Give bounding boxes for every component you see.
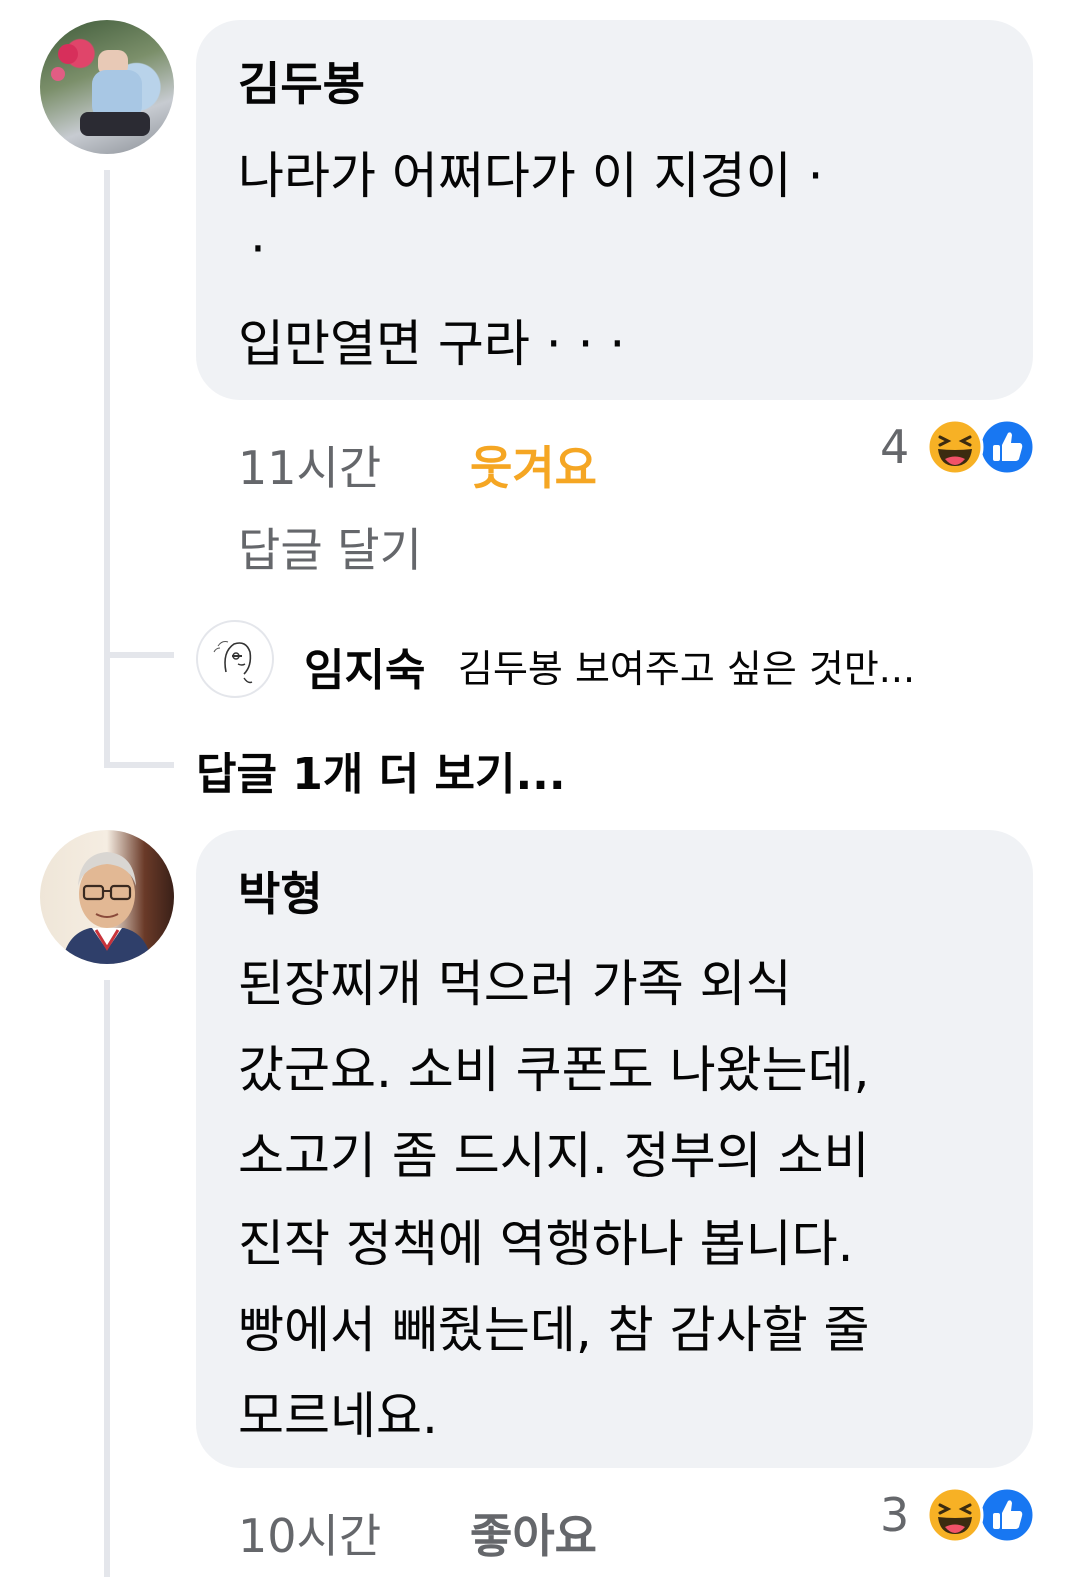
- comment-text-line: 된장찌개 먹으러 가족 외식: [238, 955, 792, 1013]
- haha-icon[interactable]: [926, 418, 984, 476]
- thread-line: [104, 980, 110, 1577]
- comment-timestamp[interactable]: 11시간: [238, 432, 381, 498]
- reply-button[interactable]: 답글 달기: [238, 514, 422, 580]
- like-icon[interactable]: [978, 418, 1036, 476]
- comment-timestamp[interactable]: 10시간: [238, 1500, 381, 1566]
- comment-text-line: 빵에서 빼줬는데, 참 감사할 줄: [238, 1301, 870, 1359]
- thread-connector: [104, 652, 174, 658]
- reply-author[interactable]: 임지숙: [304, 634, 425, 698]
- view-more-replies[interactable]: 답글 1개 더 보기...: [196, 738, 566, 802]
- comment-text-line: 진작 정책에 역행하나 봅니다.: [238, 1215, 854, 1273]
- avatar[interactable]: [40, 830, 174, 964]
- comment-text-line: 입만열면 구라 · · ·: [238, 315, 626, 373]
- comment-text-line: 소고기 좀 드시지. 정부의 소비: [238, 1127, 870, 1185]
- react-button[interactable]: 웃겨요: [470, 432, 597, 498]
- thread-connector: [104, 762, 174, 768]
- comment-text-line: 모르네요.: [238, 1387, 438, 1445]
- thread-line: [104, 170, 110, 765]
- reply-avatar[interactable]: [196, 620, 274, 698]
- comment-text-line: 나라가 어쩌다가 이 지경이 ·: [238, 147, 824, 205]
- comment-author[interactable]: 김두봉: [238, 48, 365, 114]
- comment-author[interactable]: 박형: [238, 858, 323, 924]
- like-button[interactable]: 좋아요: [470, 1500, 597, 1566]
- comment-text-line: 갔군요. 소비 쿠폰도 나왔는데,: [238, 1041, 870, 1099]
- reply-preview-text[interactable]: 김두봉 보여주고 싶은 것만...: [458, 638, 915, 693]
- reaction-count[interactable]: 4: [880, 420, 909, 474]
- like-icon[interactable]: [978, 1486, 1036, 1544]
- haha-icon[interactable]: [926, 1486, 984, 1544]
- avatar[interactable]: [40, 20, 174, 154]
- comment-text-line: ·: [250, 220, 266, 278]
- reaction-count[interactable]: 3: [880, 1488, 909, 1542]
